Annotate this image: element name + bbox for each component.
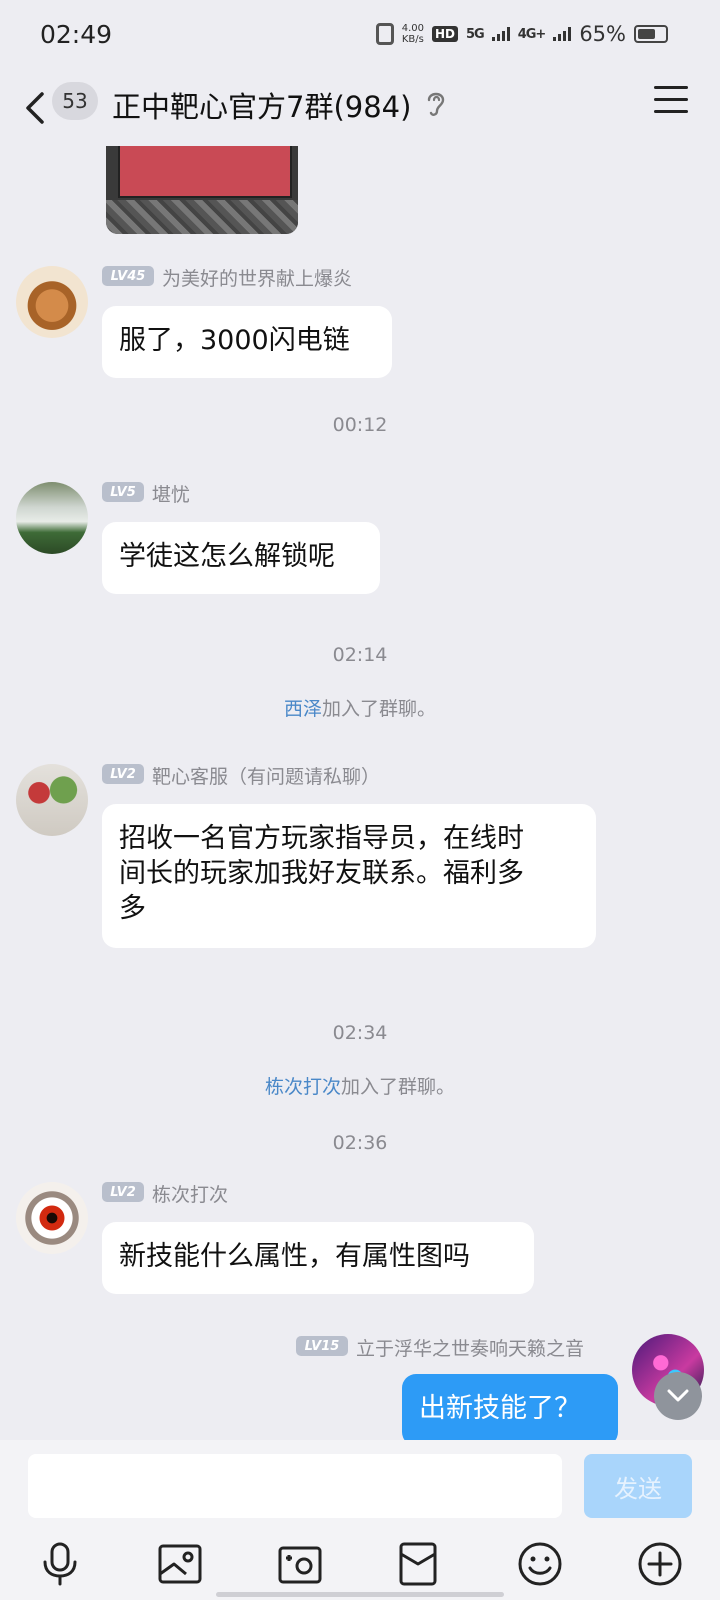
vibrate-icon xyxy=(375,23,394,45)
status-bar: 02:49 4.00 KB/s HD 5G 4G+ 65% xyxy=(0,0,720,72)
chevron-down-icon xyxy=(667,1389,689,1402)
level-badge: LV45 xyxy=(102,266,154,286)
camera-icon[interactable] xyxy=(276,1540,324,1588)
system-message-user[interactable]: 西泽 xyxy=(284,698,322,720)
battery-icon xyxy=(634,25,668,43)
my-message-bubble[interactable]: 出新技能了？ xyxy=(402,1374,618,1440)
signal-4g-label: 4G+ xyxy=(517,26,547,42)
system-message: 栋次打次加入了群聊。 xyxy=(0,1072,720,1099)
group-title[interactable]: 正中靶心官方7群(984) xyxy=(112,84,411,126)
chat-header: 53 正中靶心官方7群(984) xyxy=(0,72,720,146)
sender-nickname[interactable]: 立于浮华之世奏响天籁之音 xyxy=(356,1334,584,1361)
red-packet-icon[interactable] xyxy=(394,1540,442,1588)
sender-nickname[interactable]: 靶心客服（有问题请私聊） xyxy=(152,762,380,789)
message-line: 招收一名官方玩家指导员，在线时 xyxy=(119,823,524,854)
microphone-icon[interactable] xyxy=(36,1540,84,1588)
battery-level xyxy=(638,29,655,39)
message-bubble[interactable]: 招收一名官方玩家指导员，在线时 间长的玩家加我好友联系。福利多 多 xyxy=(102,804,596,948)
image-content-graffiti xyxy=(106,200,298,234)
timestamp: 02:14 xyxy=(332,644,388,666)
level-badge: LV2 xyxy=(102,1182,144,1202)
system-message-text: 加入了群聊。 xyxy=(341,1076,456,1098)
image-message[interactable] xyxy=(106,146,298,234)
ear-icon[interactable] xyxy=(424,88,448,118)
image-content xyxy=(118,146,292,198)
sender-nickname[interactable]: 为美好的世界献上爆炎 xyxy=(162,264,352,291)
signal-4g-icon xyxy=(553,27,572,41)
system-message-text: 加入了群聊。 xyxy=(322,698,437,720)
network-speed-value: 4.00 xyxy=(401,23,424,34)
message-line: 多 xyxy=(119,893,146,924)
timestamp: 02:34 xyxy=(332,1022,388,1044)
level-badge: LV15 xyxy=(296,1336,348,1356)
status-icons: 4.00 KB/s HD 5G 4G+ 65% xyxy=(375,22,668,46)
menu-icon[interactable] xyxy=(654,86,688,118)
sender-nickname[interactable]: 堪忧 xyxy=(152,480,190,507)
network-speed: 4.00 KB/s xyxy=(402,23,424,45)
network-speed-unit: KB/s xyxy=(401,34,424,45)
message-input[interactable] xyxy=(28,1454,562,1518)
avatar[interactable] xyxy=(16,266,88,338)
home-indicator[interactable] xyxy=(216,1592,504,1597)
timestamp: 00:12 xyxy=(332,414,388,436)
system-message: 西泽加入了群聊。 xyxy=(0,694,720,721)
message-bubble[interactable]: 学徒这怎么解锁呢 xyxy=(102,522,380,594)
signal-5g-label: 5G xyxy=(465,26,485,42)
status-time: 02:49 xyxy=(40,20,113,49)
scroll-to-bottom-button[interactable] xyxy=(654,1372,702,1420)
message-list[interactable]: LV45 为美好的世界献上爆炎 服了，3000闪电链 00:12 LV5 堪忧 … xyxy=(0,146,720,1440)
message-bubble[interactable]: 新技能什么属性，有属性图吗 xyxy=(102,1222,534,1294)
emoji-icon[interactable] xyxy=(516,1540,564,1588)
message-line: 间长的玩家加我好友联系。福利多 xyxy=(119,858,524,889)
plus-icon[interactable] xyxy=(636,1540,684,1588)
message-bubble[interactable]: 服了，3000闪电链 xyxy=(102,306,392,378)
avatar[interactable] xyxy=(16,764,88,836)
level-badge: LV5 xyxy=(102,482,144,502)
battery-percent: 65% xyxy=(579,22,626,46)
timestamp: 02:36 xyxy=(332,1132,388,1154)
hd-icon: HD xyxy=(431,26,458,42)
avatar[interactable] xyxy=(16,482,88,554)
signal-5g-icon xyxy=(491,27,510,41)
level-badge: LV2 xyxy=(102,764,144,784)
avatar[interactable] xyxy=(16,1182,88,1254)
system-message-user[interactable]: 栋次打次 xyxy=(265,1076,341,1098)
image-icon[interactable] xyxy=(156,1540,204,1588)
sender-nickname[interactable]: 栋次打次 xyxy=(152,1180,228,1207)
unread-count-badge[interactable]: 53 xyxy=(52,82,98,120)
input-panel: 发送 xyxy=(0,1440,720,1600)
send-button[interactable]: 发送 xyxy=(584,1454,692,1518)
